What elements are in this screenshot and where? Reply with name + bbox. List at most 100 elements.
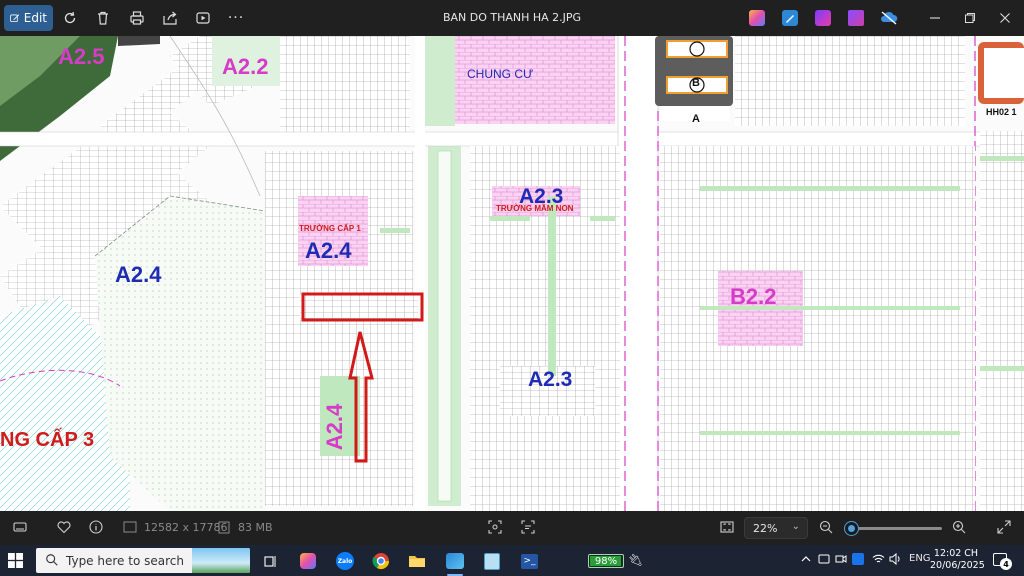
taskbar-powershell[interactable]: >_ [513,549,545,573]
zoom-slider-thumb[interactable] [844,522,858,535]
zone-label: TRƯỜNG MẦM NON [496,204,574,213]
task-view-button[interactable] [254,549,286,573]
share-icon [163,11,177,25]
zone-label: A2.4 [322,403,348,451]
file-size-icon [218,521,230,534]
clipchamp-app-icon[interactable] [815,10,831,26]
delete-icon [98,11,108,25]
photos-app-window: Edit ··· BAN DO THANH HA 2.JPG A2.5 A2.2… [0,0,1024,576]
notification-count-badge: 4 [1000,558,1012,570]
file-info-button[interactable] [88,519,104,535]
taskbar-chrome[interactable] [365,549,397,573]
taskbar-file-explorer[interactable] [401,549,433,573]
image-size-icon [123,521,137,533]
rotate-icon [64,11,76,24]
slideshow-button[interactable] [189,5,217,31]
zone-label: A2.5 [58,44,105,69]
zone-label: TRƯỜNG CẤP 1 [299,224,361,233]
heart-icon [57,521,71,534]
clock-time: 12:02 CH [933,548,979,559]
delete-button[interactable] [89,5,117,31]
chevron-up-icon [801,556,811,562]
search-highlight-image [192,548,250,573]
fit-screen-icon [720,521,734,533]
search-icon [46,554,58,566]
full-screen-button[interactable] [996,519,1012,535]
zoom-level-value: 22% [753,521,778,535]
taskbar-notepad[interactable] [476,549,508,573]
pen-icon [786,15,794,23]
copilot-icon [300,553,316,569]
zalo-icon: Zalo [336,552,354,570]
battery-indicator[interactable]: 98% [588,554,624,568]
file-title: BAN DO THANH HA 2.JPG [442,11,582,24]
filmstrip-toggle[interactable] [12,519,28,535]
image-canvas[interactable]: A2.5 A2.2 CHUNG CƯ A2.3 TRƯỜNG MẦM NON T… [0,36,1024,511]
wifi-icon[interactable] [872,553,885,568]
taskbar-zalo[interactable]: Zalo [329,549,361,573]
people-tag-button[interactable] [487,519,503,535]
volume-icon[interactable] [889,552,902,568]
favorite-button[interactable] [56,519,72,535]
share-button[interactable] [156,5,184,31]
text-scan-icon [521,520,535,534]
rotate-button[interactable] [56,5,84,31]
clock-date: 20/06/2025 [930,560,985,571]
file-size-value: 83 MB [238,520,273,534]
image-dimensions: 12582 x 17786 [122,519,228,535]
windows-taskbar: Type here to search Zalo >_ 98% 🔌︎ ENG 1… [0,545,1024,576]
zone-label: A2.4 [305,238,352,263]
tray-teams-icon[interactable] [818,553,830,568]
taskbar-search-box[interactable]: Type here to search [36,548,250,573]
slideshow-icon [196,12,210,24]
onedrive-offline-icon[interactable] [880,10,898,26]
restore-icon [965,13,975,23]
taskbar-photos[interactable] [439,549,471,576]
tray-app-icon[interactable] [852,553,864,565]
face-scan-icon [488,520,502,534]
maximize-button[interactable] [955,5,985,31]
zoom-out-icon [819,520,833,534]
windows-start-icon[interactable] [8,553,23,568]
photos-icon [446,553,464,569]
file-size: 83 MB [216,519,273,535]
expand-icon [997,520,1011,534]
zone-label: B2.2 [730,284,777,309]
photos-edit-app-icon[interactable] [782,10,798,26]
tray-camera-icon[interactable] [835,553,847,568]
edit-label: Edit [23,11,47,25]
building-b-label: B [692,77,700,89]
folder-icon [409,556,425,567]
charging-plug-icon: 🔌︎ [628,553,644,567]
fit-to-window-button[interactable] [719,519,735,535]
zoom-in-button[interactable] [951,519,967,535]
edit-button[interactable]: Edit [4,5,53,31]
more-icon: ··· [227,10,245,26]
close-button[interactable] [990,5,1020,31]
building-a-label: A [692,113,700,125]
zoom-in-icon [952,520,966,534]
info-icon [89,520,103,534]
battery-percent: 98% [594,555,618,567]
print-button[interactable] [123,5,151,31]
zone-label: NG CẤP 3 [0,429,95,451]
task-view-icon [264,556,276,567]
minimize-button[interactable] [920,5,950,31]
building-hh02-label: HH02 1 [986,107,1017,117]
notepad-icon [484,552,500,570]
system-clock[interactable]: 12:02 CH 20/06/2025 [930,548,985,572]
copilot-app-icon[interactable] [749,10,765,26]
zoom-slider[interactable] [844,522,942,535]
more-button[interactable]: ··· [222,5,250,31]
filmstrip-icon [13,522,27,532]
zoom-level-dropdown[interactable]: 22% ⌄ [744,517,808,539]
designer-app-icon[interactable] [848,10,864,26]
minimize-icon [930,17,940,19]
chevron-down-icon: ⌄ [791,521,800,532]
language-indicator[interactable]: ENG [909,553,931,564]
visual-search-button[interactable] [520,519,536,535]
powershell-icon: >_ [520,553,538,569]
taskbar-copilot[interactable] [292,549,324,573]
zoom-out-button[interactable] [818,519,834,535]
show-hidden-icons-button[interactable] [800,553,812,568]
